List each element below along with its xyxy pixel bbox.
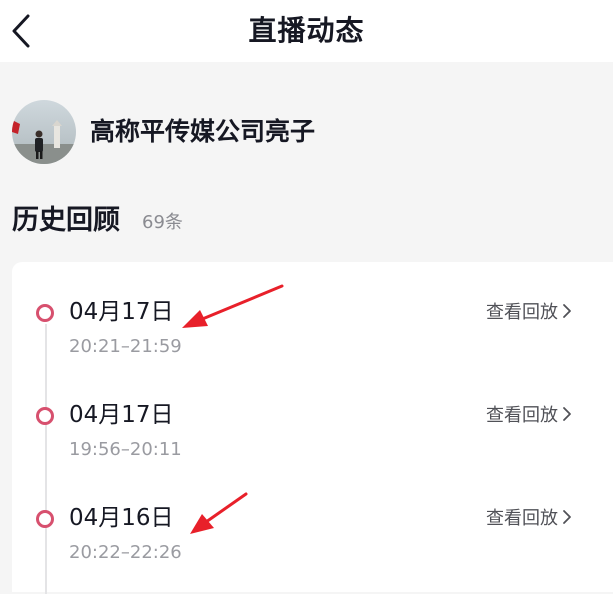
history-title: 历史回顾: [12, 205, 120, 236]
record-date: 04月17日: [69, 299, 174, 325]
chevron-right-icon: [563, 304, 571, 318]
top-bar: 直播动态: [0, 0, 613, 62]
view-replay-button[interactable]: 查看回放: [486, 506, 573, 532]
timeline-dot-icon: [36, 407, 54, 425]
view-replay-button[interactable]: 查看回放: [486, 403, 573, 429]
record-date: 04月17日: [69, 402, 174, 428]
record-time: 20:21–21:59: [69, 336, 182, 357]
chevron-right-icon: [563, 407, 571, 421]
list-item[interactable]: 04月17日 20:21–21:59 查看回放: [12, 262, 613, 357]
page-title: 直播动态: [248, 14, 365, 47]
view-replay-label: 查看回放: [486, 405, 558, 426]
view-replay-label: 查看回放: [486, 302, 558, 323]
user-name[interactable]: 高称平传媒公司亮子: [90, 112, 315, 152]
view-replay-label: 查看回放: [486, 508, 558, 529]
avatar[interactable]: [12, 100, 76, 164]
record-time: 19:56–20:11: [69, 439, 182, 460]
view-replay-button[interactable]: 查看回放: [486, 300, 573, 326]
record-date: 04月16日: [69, 505, 174, 531]
record-time: 20:22–22:26: [69, 542, 182, 563]
avatar-photo: [12, 100, 76, 164]
timeline-dot-icon: [36, 304, 54, 322]
list-item[interactable]: 04月16日 20:22–22:26 查看回放: [12, 468, 613, 563]
history-count: 69条: [142, 212, 183, 233]
chevron-right-icon: [563, 510, 571, 524]
list-item[interactable]: 04月17日 19:56–20:11 查看回放: [12, 365, 613, 460]
timeline-dot-icon: [36, 510, 54, 528]
history-card: 04月17日 20:21–21:59 查看回放 04月17日 19:56–20:…: [12, 262, 613, 594]
